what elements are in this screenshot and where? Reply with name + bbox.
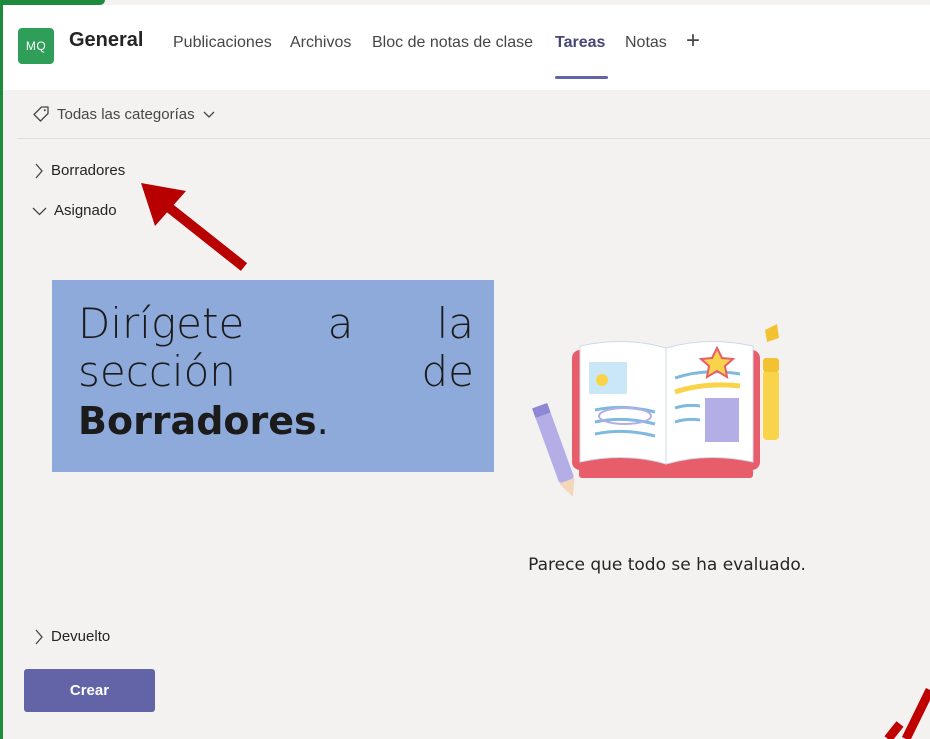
chevron-right-icon [35,629,43,644]
open-book-illustration [532,324,779,497]
red-arrow [141,183,248,271]
callout-word: la [436,299,474,348]
callout-word: sección [78,347,236,396]
callout-bold-word: Borradores [78,399,317,443]
callout-line-2: sección de [78,348,474,396]
red-check-mark [884,688,930,739]
callout-word: a [327,299,354,348]
callout-line-3: Borradores. [78,396,474,446]
section-devuelto-label: Devuelto [51,628,111,645]
empty-state-message: Parece que todo se ha evaluado. [528,555,806,575]
create-button[interactable]: Crear [24,669,155,712]
callout-word: de [421,347,475,396]
callout-word: Dirígete [78,299,245,348]
instruction-callout: Dirígete a la sección de Borradores. [52,280,494,472]
section-devuelto[interactable]: Devuelto [34,628,110,645]
callout-period: . [316,399,329,443]
callout-line-1: Dirígete a la [78,300,474,348]
